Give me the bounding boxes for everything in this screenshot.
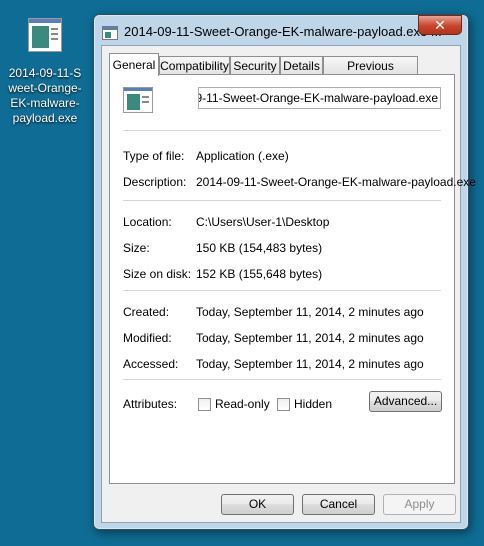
desktop-file-icon[interactable]: 2014-09-11-Sweet-Orange-EK-malware-paylo… bbox=[6, 18, 84, 126]
hidden-label: Hidden bbox=[294, 397, 333, 411]
desktop-file-label: 2014-09-11-Sweet-Orange-EK-malware-paylo… bbox=[8, 66, 82, 125]
location-value: C:\Users\User-1\Desktop bbox=[196, 215, 330, 229]
window-title: 2014-09-11-Sweet-Orange-EK-malware-paylo… bbox=[124, 24, 442, 39]
close-button[interactable]: ✕ bbox=[418, 15, 462, 35]
description-label: Description: bbox=[123, 175, 187, 189]
properties-window: 2014-09-11-Sweet-Orange-EK-malware-paylo… bbox=[93, 14, 476, 530]
separator bbox=[123, 200, 441, 201]
tab-security[interactable]: Security bbox=[230, 56, 280, 75]
created-label: Created: bbox=[123, 305, 170, 319]
advanced-button[interactable]: Advanced... bbox=[369, 391, 442, 412]
readonly-label: Read-only bbox=[215, 397, 270, 411]
checkbox-icon bbox=[198, 398, 211, 411]
type-value: Application (.exe) bbox=[196, 149, 289, 163]
apply-button[interactable]: Apply bbox=[383, 494, 456, 515]
description-value: 2014-09-11-Sweet-Orange-EK-malware-paylo… bbox=[196, 175, 476, 189]
type-label: Type of file: bbox=[123, 149, 185, 163]
title-bar[interactable]: 2014-09-11-Sweet-Orange-EK-malware-paylo… bbox=[100, 15, 462, 45]
location-label: Location: bbox=[123, 215, 172, 229]
separator bbox=[123, 130, 441, 131]
separator bbox=[123, 379, 441, 380]
created-value: Today, September 11, 2014, 2 minutes ago bbox=[196, 305, 424, 319]
size-on-disk-label: Size on disk: bbox=[123, 267, 192, 281]
tab-general[interactable]: General bbox=[109, 53, 159, 76]
exe-file-icon-large bbox=[123, 87, 153, 113]
tab-compatibility[interactable]: Compatibility bbox=[159, 56, 230, 75]
size-label: Size: bbox=[123, 241, 150, 255]
tab-details[interactable]: Details bbox=[280, 56, 323, 75]
readonly-checkbox[interactable]: Read-only bbox=[198, 397, 270, 411]
filename-value: 2014-09-11-Sweet-Orange-EK-malware-paylo… bbox=[199, 91, 438, 105]
tab-previous-versions[interactable]: Previous Versions bbox=[323, 56, 418, 87]
attributes-label: Attributes: bbox=[123, 397, 178, 411]
accessed-value: Today, September 11, 2014, 2 minutes ago bbox=[196, 357, 424, 371]
modified-label: Modified: bbox=[123, 331, 172, 345]
accessed-label: Accessed: bbox=[123, 357, 179, 371]
dialog-client-area: General Compatibility Security Details P… bbox=[101, 45, 476, 523]
ok-button[interactable]: OK bbox=[221, 494, 294, 515]
checkbox-icon bbox=[277, 398, 290, 411]
separator bbox=[123, 290, 441, 291]
size-on-disk-value: 152 KB (155,648 bytes) bbox=[196, 267, 323, 281]
exe-title-icon bbox=[102, 26, 118, 40]
size-value: 150 KB (154,483 bytes) bbox=[196, 241, 323, 255]
exe-file-icon bbox=[28, 18, 62, 52]
hidden-checkbox[interactable]: Hidden bbox=[277, 397, 332, 411]
filename-input[interactable]: 2014-09-11-Sweet-Orange-EK-malware-paylo… bbox=[198, 87, 441, 109]
general-panel: 2014-09-11-Sweet-Orange-EK-malware-paylo… bbox=[109, 74, 476, 484]
modified-value: Today, September 11, 2014, 2 minutes ago bbox=[196, 331, 424, 345]
close-icon: ✕ bbox=[434, 17, 446, 33]
cancel-button[interactable]: Cancel bbox=[302, 494, 375, 515]
